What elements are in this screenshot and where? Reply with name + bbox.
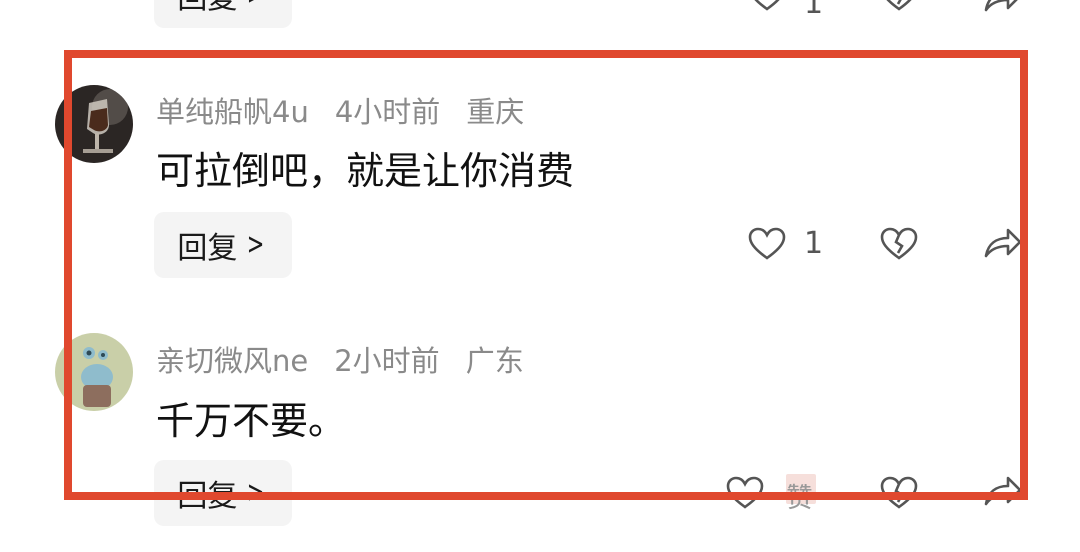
heart-icon[interactable] <box>748 227 786 261</box>
share-arrow-icon[interactable] <box>982 474 1022 508</box>
broken-heart-icon[interactable] <box>880 0 918 12</box>
comment-meta: 亲切微风ne 2小时前 广东 <box>156 338 550 380</box>
heart-icon[interactable] <box>748 0 786 12</box>
comment-text: 千万不要。 <box>156 399 347 443</box>
chevron-right-icon: > <box>247 227 265 262</box>
cartoon-avatar-icon <box>55 333 133 411</box>
wine-glass-avatar-icon <box>55 85 133 163</box>
comment-location: 广东 <box>465 344 524 378</box>
avatar[interactable] <box>55 333 133 411</box>
like-count-top: 1 <box>804 0 824 21</box>
comment-meta: 单纯船帆4u 4小时前 重庆 <box>156 89 550 131</box>
broken-heart-icon[interactable] <box>880 227 918 261</box>
reply-button[interactable]: 回复 > <box>154 212 292 278</box>
like-count: 赞 <box>786 483 813 514</box>
username[interactable]: 单纯船帆4u <box>156 95 309 129</box>
comment-location: 重庆 <box>466 95 525 129</box>
broken-heart-icon[interactable] <box>880 476 918 510</box>
chevron-right-icon: > <box>247 0 265 10</box>
avatar[interactable] <box>55 85 133 163</box>
reply-label: 回复 <box>177 231 238 266</box>
share-arrow-icon[interactable] <box>982 226 1022 260</box>
reply-button[interactable]: 回复 > <box>154 460 292 526</box>
username[interactable]: 亲切微风ne <box>156 344 308 378</box>
comment-time: 2小时前 <box>334 344 440 378</box>
heart-icon[interactable] <box>726 476 764 510</box>
comment-text: 可拉倒吧，就是让你消费 <box>156 149 575 193</box>
like-count: 1 <box>804 226 824 261</box>
reply-button-top[interactable]: 回复 > <box>154 0 292 28</box>
share-arrow-icon[interactable] <box>982 0 1022 14</box>
chevron-right-icon: > <box>247 475 265 510</box>
reply-label: 回复 <box>177 0 237 17</box>
comment-time: 4小时前 <box>334 95 441 129</box>
reply-label: 回复 <box>177 479 238 514</box>
